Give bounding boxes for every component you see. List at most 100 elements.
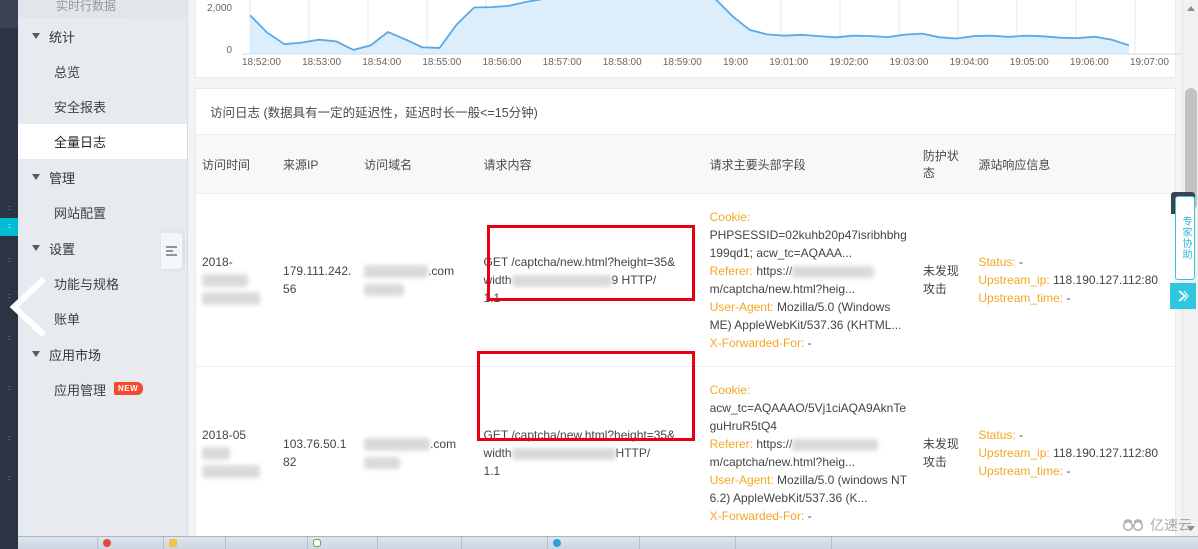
column-header-request[interactable]: 请求内容 <box>477 135 704 194</box>
sidebar-item-label: 全量日志 <box>54 135 107 150</box>
taskbar-item-9[interactable] <box>640 537 736 549</box>
redacted-domain <box>364 265 429 279</box>
x-tick: 18:57:00 <box>542 57 582 68</box>
redacted-request <box>511 274 612 287</box>
sidebar-item-cut-off[interactable]: 实时行数据 <box>18 0 187 18</box>
sidebar-item-label: 功能与规格 <box>54 277 120 292</box>
sidebar-item-app-management[interactable]: 应用管理 NEW <box>18 372 187 407</box>
log-ip-text: 179.111.242.56 <box>283 264 352 296</box>
log-request-line4: 1.1 <box>483 291 501 305</box>
rail-dot-4[interactable]: :: <box>0 288 18 306</box>
sidebar-group-app-market[interactable]: 应用市场 <box>18 336 187 372</box>
assist-expand-button[interactable] <box>1170 283 1196 309</box>
sidebar-group-management[interactable]: 管理 <box>18 159 187 195</box>
redacted-domain-2 <box>364 456 401 469</box>
taskbar-item-8[interactable] <box>548 537 640 549</box>
column-header-origin[interactable]: 源站响应信息 <box>972 135 1175 194</box>
taskbar-item-5[interactable] <box>308 537 378 549</box>
table-row[interactable]: 2018- 179.111.242.56 .com GET /captcha/n… <box>196 193 1175 367</box>
traffic-chart: 2,000 0 18:52:00 18:53:00 18:54:00 18:55… <box>196 0 1182 79</box>
cell-ip: 103.76.50.182 <box>277 366 359 536</box>
cell-origin-response: Status: - Upstream_ip: 118.190.127.112:8… <box>972 366 1175 536</box>
arrow-up-icon <box>1187 5 1195 11</box>
rail-dot-1[interactable]: :: <box>0 200 18 218</box>
sidebar-item-full-logs[interactable]: 全量日志 <box>18 124 187 159</box>
watermark-text: 亿速云 <box>1150 517 1192 533</box>
windows-taskbar <box>0 536 1198 549</box>
main-content: 2,000 0 18:52:00 18:53:00 18:54:00 18:55… <box>189 0 1182 536</box>
taskbar-icon-red <box>103 539 111 547</box>
sidebar-item-label: 应用管理 <box>54 383 107 398</box>
table-row[interactable]: 2018-05 103.76.50.182 .com GET /captcha/… <box>196 366 1175 536</box>
cell-headers: Cookie: PHPSESSID=02kuhb20p47isribhbhg19… <box>703 193 917 367</box>
taskbar-item-2[interactable] <box>98 537 164 549</box>
caret-down-icon <box>32 351 40 357</box>
column-header-time[interactable]: 访问时间 <box>196 135 278 194</box>
header-key-referer: Referer: <box>709 264 753 278</box>
x-tick: 18:55:00 <box>422 57 462 68</box>
log-request-line2: width <box>483 446 512 460</box>
header-val-cookie: acw_tc=AQAAAO/5Vj1ciAQA9AknTeguHruR5tQ4 <box>709 401 907 433</box>
header-key-cookie: Cookie: <box>709 210 751 224</box>
rail-dot-2[interactable]: :: <box>0 218 18 236</box>
cell-request: GET /captcha/new.html?height=35& width HT… <box>477 366 704 536</box>
rail-dot-8[interactable]: :: <box>0 470 18 488</box>
x-tick: 18:54:00 <box>362 57 402 68</box>
origin-val-upstream-ip: 118.190.127.112:80 <box>1053 273 1159 287</box>
sidebar-item-security-report[interactable]: 安全报表 <box>18 89 187 124</box>
header-val-xff: - <box>807 336 812 350</box>
redacted-domain <box>364 438 431 452</box>
rail-dot-6[interactable]: :: <box>0 380 18 398</box>
sidebar-group-label: 设置 <box>49 241 76 257</box>
header-key-xff: X-Forwarded-For: <box>709 509 805 523</box>
taskbar-item-4[interactable] <box>226 537 308 549</box>
taskbar-icon-green <box>313 539 321 547</box>
rail-dot-3[interactable]: :: <box>0 252 18 270</box>
sidebar-item-billing[interactable]: 账单 <box>18 301 187 336</box>
column-header-protect[interactable]: 防护状态 <box>916 135 973 194</box>
sidebar-group-label: 统计 <box>49 29 76 45</box>
sidebar-item-overview[interactable]: 总览 <box>18 54 187 89</box>
log-domain-suffix: .com <box>430 437 457 451</box>
taskbar-item-1[interactable] <box>18 537 98 549</box>
cell-time: 2018- <box>196 193 278 367</box>
column-header-ip[interactable]: 来源IP <box>277 135 359 194</box>
taskbar-item-7[interactable] <box>462 537 548 549</box>
log-request-line1: GET /captcha/new.html?height=35& <box>483 428 676 442</box>
sidebar-collapse-handle[interactable] <box>161 232 183 270</box>
access-log-table: 访问时间 来源IP 访问域名 请求内容 请求主要头部字段 防护状态 源站响应信息… <box>196 135 1175 536</box>
scroll-up-button[interactable] <box>1183 0 1198 16</box>
cell-domain: .com <box>358 193 478 367</box>
x-tick: 18:56:00 <box>482 57 522 68</box>
menu-collapse-icon <box>166 245 177 257</box>
access-log-card: 访问日志 (数据具有一定的延迟性，延迟时长一般<=15分钟) 访问时间 来源IP… <box>195 88 1176 536</box>
new-badge: NEW <box>114 382 144 395</box>
column-header-headers[interactable]: 请求主要头部字段 <box>703 135 917 194</box>
taskbar-item-6[interactable] <box>378 537 462 549</box>
sidebar-item-site-config[interactable]: 网站配置 <box>18 195 187 230</box>
origin-val-status: - <box>1019 428 1024 442</box>
chart-x-axis: 18:52:00 18:53:00 18:54:00 18:55:00 18:5… <box>242 57 1169 68</box>
taskbar-item-3[interactable] <box>164 537 226 549</box>
column-header-domain[interactable]: 访问域名 <box>358 135 478 194</box>
header-key-cookie: Cookie: <box>709 383 751 397</box>
origin-val-upstream-time: - <box>1066 291 1071 305</box>
app-root: :: :: :: :: :: :: :: :: 实时行数据 统计 总览 安全报表… <box>0 0 1198 549</box>
taskbar-item-10[interactable] <box>736 537 832 549</box>
sidebar-item-label: 总览 <box>54 65 81 80</box>
log-ip-text: 103.76.50.182 <box>283 437 347 469</box>
sidebar-item-label: 网站配置 <box>54 206 107 221</box>
expert-assist-label: 专家协助 <box>1180 216 1191 260</box>
sidebar-group-statistics[interactable]: 统计 <box>18 18 187 54</box>
redacted-time <box>202 447 230 461</box>
x-tick: 19:02:00 <box>829 57 869 68</box>
rail-dot-5[interactable]: :: <box>0 330 18 348</box>
watermark: 亿速云 <box>1122 515 1192 535</box>
rail-dot-7[interactable]: :: <box>0 430 18 448</box>
sidebar-item-features-specs[interactable]: 功能与规格 <box>18 266 187 301</box>
redacted-time-2 <box>202 465 260 479</box>
header-val-referer-post: m/captcha/new.html?heig... <box>709 455 856 469</box>
sidebar-item-label: 账单 <box>54 312 81 327</box>
header-key-referer: Referer: <box>709 437 753 451</box>
expert-assist-tab[interactable]: 专家协助 <box>1175 196 1195 280</box>
